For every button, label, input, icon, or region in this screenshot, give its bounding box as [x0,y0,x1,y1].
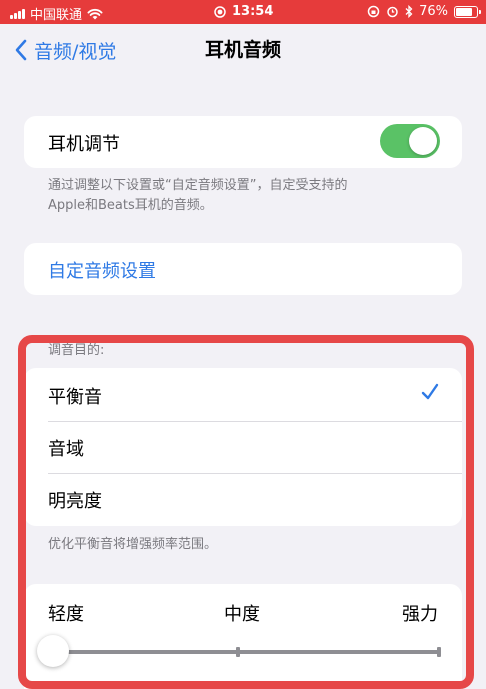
status-bar: 中国联通 13:54 76% [0,0,486,24]
slider-tick-max [437,647,441,657]
option-brightness[interactable]: 明亮度 [24,474,462,526]
alarm-icon [387,6,398,18]
carrier-label: 中国联通 [30,8,83,23]
option-balanced-tone[interactable]: 平衡音 [24,370,462,422]
strength-mid-label: 中度 [224,604,260,625]
strength-slider-thumb[interactable] [37,635,69,667]
orientation-lock-icon [367,5,380,18]
back-button-label: 音频/视觉 [34,40,117,63]
option-vocal-range-label: 音域 [48,439,84,460]
headphone-accommodations-label: 耳机调节 [48,134,120,155]
strength-slider-card: 轻度 中度 强力 [24,584,462,689]
option-brightness-label: 明亮度 [48,491,102,512]
strength-max-label: 强力 [402,604,438,625]
custom-audio-setup-button[interactable]: 自定音频设置 [24,243,462,295]
option-vocal-range[interactable]: 音域 [24,422,462,474]
battery-icon [454,5,481,18]
status-right: 76% [367,4,481,19]
footnote-line-2: Apple和Beats耳机的音频。 [48,198,213,213]
tune-for-footnote: 优化平衡音将增强频率范围。 [48,537,218,552]
tune-for-header: 调音目的: [48,343,105,358]
slider-tick-mid [236,647,240,657]
tune-for-options: 平衡音 音域 明亮度 [24,368,462,526]
status-center: 13:54 [214,4,273,19]
screen-recording-icon [214,5,226,18]
strength-min-label: 轻度 [48,604,84,625]
custom-audio-setup-label: 自定音频设置 [48,261,156,282]
headphone-accommodations-toggle[interactable] [380,124,440,158]
back-button[interactable]: 音频/视觉 [14,36,116,64]
chevron-left-icon [15,39,27,61]
battery-percent: 76% [419,4,448,19]
headphone-accommodations-footnote: 通过调整以下设置或“自定音频设置”，自定受支持的 Apple和Beats耳机的音… [48,176,347,216]
headphone-accommodations-row: 耳机调节 [24,116,462,168]
status-left: 中国联通 [10,4,103,23]
bluetooth-icon [405,5,413,18]
wifi-icon [87,8,103,19]
option-balanced-tone-label: 平衡音 [48,387,102,408]
cellular-signal-icon [10,8,25,19]
footnote-line-1: 通过调整以下设置或“自定音频设置”，自定受支持的 [48,178,348,193]
strength-slider-track[interactable] [54,647,441,657]
status-time: 13:54 [232,4,274,19]
checkmark-icon [421,383,439,400]
toggle-knob [409,127,437,155]
